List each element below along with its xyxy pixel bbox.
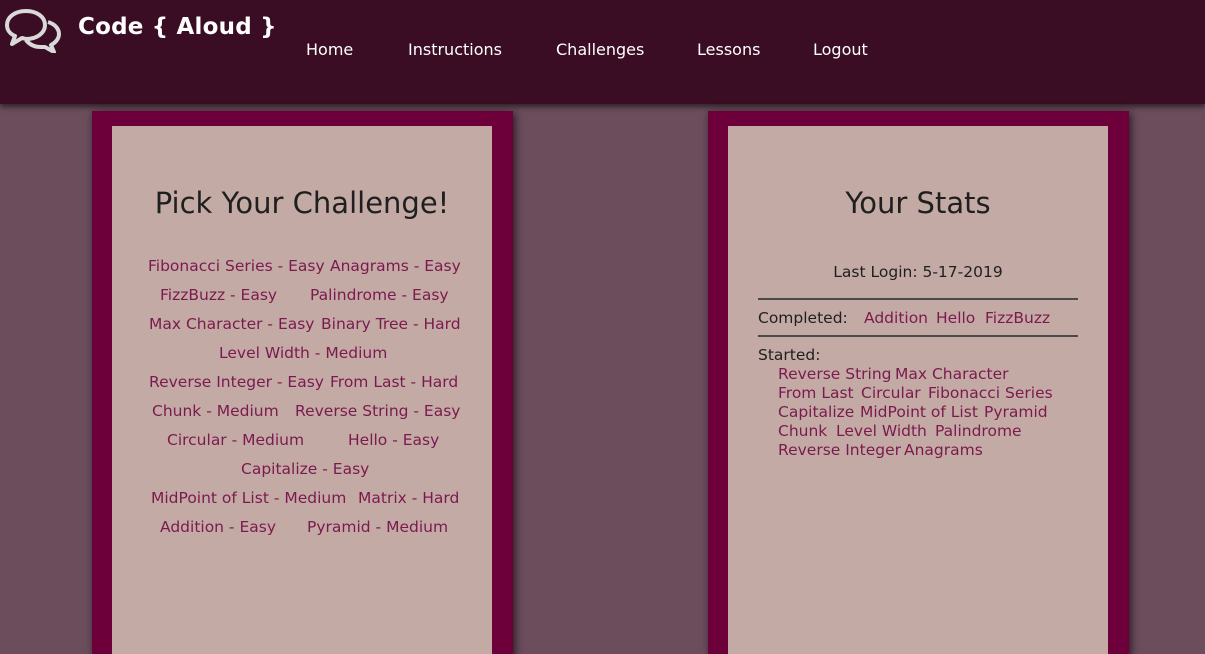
challenge-matrix[interactable]: Matrix - Hard <box>358 489 459 507</box>
brand-title[interactable]: Code { Aloud } <box>78 14 277 40</box>
started-max-character[interactable]: Max Character <box>895 365 1009 383</box>
challenge-reverse-string[interactable]: Reverse String - Easy <box>295 402 460 420</box>
started-pyramid[interactable]: Pyramid <box>984 403 1048 421</box>
challenge-hello[interactable]: Hello - Easy <box>348 431 439 449</box>
completed-fizzbuzz[interactable]: FizzBuzz <box>985 309 1050 327</box>
stats-panel-frame: Your Stats Last Login: 5-17-2019 Complet… <box>708 111 1129 654</box>
nav-instructions[interactable]: Instructions <box>408 40 502 59</box>
challenge-circular[interactable]: Circular - Medium <box>167 431 304 449</box>
started-fibonacci-series[interactable]: Fibonacci Series <box>928 384 1053 402</box>
challenge-palindrome[interactable]: Palindrome - Easy <box>310 286 449 304</box>
started-reverse-string[interactable]: Reverse String <box>778 365 892 383</box>
started-reverse-integer[interactable]: Reverse Integer <box>778 441 901 459</box>
last-login-text: Last Login: 5-17-2019 <box>833 263 1003 281</box>
completed-addition[interactable]: Addition <box>864 309 928 327</box>
started-level-width[interactable]: Level Width <box>836 422 927 440</box>
challenge-capitalize[interactable]: Capitalize - Easy <box>241 460 369 478</box>
challenges-card: Pick Your Challenge! Fibonacci Series - … <box>112 126 492 654</box>
challenge-anagrams[interactable]: Anagrams - Easy <box>330 257 461 275</box>
challenge-pyramid[interactable]: Pyramid - Medium <box>307 518 448 536</box>
started-chunk[interactable]: Chunk <box>778 422 827 440</box>
stats-card: Your Stats Last Login: 5-17-2019 Complet… <box>728 126 1108 654</box>
chat-bubbles-icon[interactable] <box>4 7 62 53</box>
started-label: Started: <box>758 346 821 364</box>
nav-logout[interactable]: Logout <box>813 40 868 59</box>
started-anagrams[interactable]: Anagrams <box>904 441 983 459</box>
stats-title: Your Stats <box>845 186 991 220</box>
divider-bottom <box>758 335 1078 337</box>
started-circular[interactable]: Circular <box>861 384 921 402</box>
started-midpoint-of-list[interactable]: MidPoint of List <box>860 403 978 421</box>
challenge-level-width[interactable]: Level Width - Medium <box>219 344 387 362</box>
challenge-midpoint[interactable]: MidPoint of List - Medium <box>151 489 346 507</box>
challenge-fizzbuzz[interactable]: FizzBuzz - Easy <box>160 286 277 304</box>
completed-hello[interactable]: Hello <box>936 309 975 327</box>
challenge-binary-tree[interactable]: Binary Tree - Hard <box>321 315 461 333</box>
completed-label: Completed: <box>758 309 848 327</box>
started-from-last[interactable]: From Last <box>778 384 854 402</box>
divider-top <box>758 298 1078 300</box>
top-navbar: Code { Aloud } Home Instructions Challen… <box>0 0 1205 104</box>
challenges-title: Pick Your Challenge! <box>154 186 450 220</box>
challenges-panel-frame: Pick Your Challenge! Fibonacci Series - … <box>92 111 513 654</box>
challenge-reverse-integer[interactable]: Reverse Integer - Easy <box>149 373 324 391</box>
nav-home[interactable]: Home <box>306 40 353 59</box>
challenge-chunk[interactable]: Chunk - Medium <box>152 402 279 420</box>
nav-lessons[interactable]: Lessons <box>697 40 760 59</box>
challenge-addition[interactable]: Addition - Easy <box>160 518 276 536</box>
challenge-max-character[interactable]: Max Character - Easy <box>149 315 314 333</box>
started-capitalize[interactable]: Capitalize <box>778 403 854 421</box>
challenge-fibonacci[interactable]: Fibonacci Series - Easy <box>148 257 325 275</box>
challenge-from-last[interactable]: From Last - Hard <box>330 373 458 391</box>
started-palindrome[interactable]: Palindrome <box>935 422 1022 440</box>
nav-challenges[interactable]: Challenges <box>556 40 644 59</box>
